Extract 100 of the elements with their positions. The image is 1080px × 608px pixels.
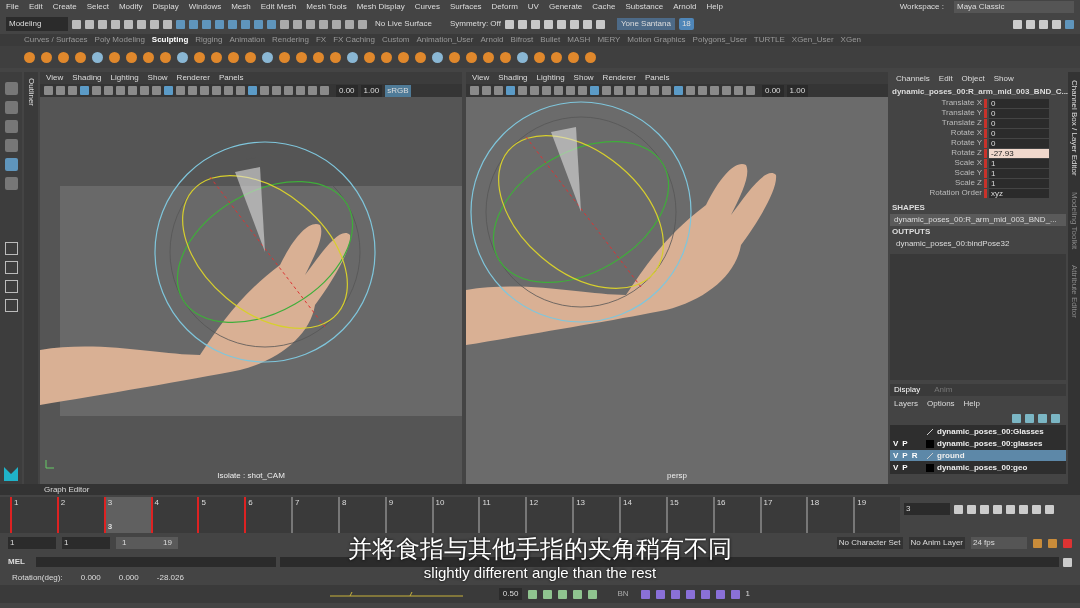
playback-start-field[interactable]: 1 [62, 537, 110, 549]
workspace-dropdown[interactable]: Maya Classic [954, 1, 1074, 13]
script-editor-icon[interactable] [1063, 557, 1072, 567]
fps-dropdown[interactable]: 24 fps [971, 537, 1027, 549]
gamma-field[interactable]: 1.00 [360, 84, 383, 97]
menu-item[interactable]: UV [527, 1, 539, 13]
tool-icon[interactable] [4, 139, 18, 152]
channel-value[interactable]: 0 [989, 128, 1049, 138]
tool-icon[interactable] [4, 158, 18, 171]
layer-flag[interactable]: P [902, 461, 908, 474]
menu-item[interactable]: Display [152, 1, 179, 13]
layer-flag[interactable]: V [893, 461, 899, 474]
channel-value[interactable]: 1 [989, 158, 1049, 168]
channel-value[interactable]: 0 [989, 98, 1049, 108]
layer-color-swatch[interactable] [926, 463, 934, 472]
shelf-tab[interactable]: Arnold [480, 34, 504, 46]
channel-value[interactable]: 0 [989, 118, 1049, 128]
side-tab[interactable]: Attribute Editor [1068, 264, 1080, 318]
user-account-button[interactable]: Yone Santana [616, 18, 675, 30]
color-space-button[interactable]: sRGB [385, 84, 411, 97]
layer-flag[interactable]: P [902, 437, 908, 450]
shelf-tab[interactable]: FX [315, 34, 327, 46]
viewport-canvas[interactable]: persp [466, 97, 888, 484]
character-set-dropdown[interactable]: No Character Set [836, 537, 903, 549]
tool-icon[interactable] [4, 120, 18, 133]
exposure-field[interactable]: 0.00 [336, 84, 358, 97]
exposure-field[interactable]: 0.00 [762, 84, 784, 97]
graph-editor-label[interactable]: Graph Editor [44, 483, 90, 496]
current-frame-field[interactable]: 3 [904, 503, 950, 515]
layer-flag[interactable]: P [902, 449, 908, 462]
viewport-menu[interactable]: View [472, 72, 490, 84]
command-language-label[interactable]: MEL [8, 556, 32, 568]
menu-item[interactable]: Windows [188, 1, 222, 13]
weight-field[interactable]: 0.50 [498, 588, 523, 600]
layout-icon[interactable] [4, 280, 18, 293]
command-input[interactable] [36, 557, 276, 567]
outliner-tab[interactable]: Outliner [25, 78, 37, 106]
layout-icon[interactable] [4, 299, 18, 312]
viewport-menu[interactable]: View [46, 72, 64, 84]
viewport-menu[interactable]: Shading [498, 72, 528, 84]
channel-value[interactable]: -27.93 [989, 148, 1049, 158]
layer-row[interactable]: V P dynamic_poses_00:glasses [890, 438, 1066, 449]
symmetry-dropdown[interactable]: Symmetry: Off [449, 18, 501, 30]
viewport-menu[interactable]: Show [147, 72, 168, 84]
shape-node[interactable]: dynamic_poses_00:R_arm_mid_003_BND_... [890, 214, 1066, 226]
menu-item[interactable]: Mesh Tools [306, 1, 347, 13]
channel-box-menu[interactable]: Edit [938, 73, 953, 85]
channel-value[interactable]: xyz [989, 188, 1049, 198]
shelf-tab[interactable]: Sculpting [151, 34, 189, 46]
channel-box-menu[interactable]: Object [961, 73, 985, 85]
layer-flag[interactable]: R [911, 449, 918, 462]
layer-row[interactable]: V P dynamic_poses_00:geo [890, 462, 1066, 473]
shelf-tab[interactable]: Poly Modeling [94, 34, 145, 46]
layer-color-swatch[interactable] [926, 439, 934, 448]
viewport-menu[interactable]: Panels [218, 72, 244, 84]
shelf-tab[interactable]: Motion Graphics [627, 34, 686, 46]
shelf-tab[interactable]: Custom [381, 34, 410, 46]
menu-item[interactable]: Cache [592, 1, 616, 13]
tool-icon[interactable] [4, 82, 18, 95]
tool-icon[interactable] [4, 177, 18, 190]
layer-flag[interactable]: V [893, 437, 899, 450]
anim-layer-dropdown[interactable]: No Anim Layer [908, 537, 965, 549]
template-slash-icon[interactable] [926, 427, 934, 436]
side-tab[interactable]: Modeling Toolkit [1068, 191, 1080, 249]
menu-item[interactable]: Modify [118, 1, 143, 13]
shelf-tab[interactable]: Animation [229, 34, 265, 46]
menu-item[interactable]: Arnold [673, 1, 697, 13]
viewport-menu[interactable]: Renderer [602, 72, 636, 84]
mode-dropdown[interactable]: Modeling [6, 17, 68, 31]
output-node[interactable]: dynamic_poses_00:bindPose32 [890, 238, 1066, 250]
layer-flag[interactable]: V [893, 449, 899, 462]
shelf-tab[interactable]: XGen_User [791, 34, 834, 46]
channel-value[interactable]: 0 [989, 138, 1049, 148]
layout-icon[interactable] [4, 242, 18, 255]
viewport-menu[interactable]: Renderer [176, 72, 210, 84]
viewport-canvas[interactable]: Isolate : shot_CAM [40, 97, 462, 484]
menu-item[interactable]: Curves [414, 1, 440, 13]
menu-item[interactable]: Select [86, 1, 109, 13]
tool-icon[interactable] [4, 101, 18, 114]
menu-item[interactable]: Edit [28, 1, 43, 13]
menu-item[interactable]: Substance [625, 1, 664, 13]
shelf-tab[interactable]: Bifrost [510, 34, 534, 46]
layer-menu[interactable]: Layers [894, 398, 918, 410]
layout-icon[interactable] [4, 261, 18, 274]
menu-item[interactable]: Surfaces [450, 1, 482, 13]
viewport-menu[interactable]: Show [573, 72, 594, 84]
shelf-tab[interactable]: Curves / Surfaces [24, 34, 88, 46]
start-frame-field[interactable]: 1 [8, 537, 56, 549]
channel-value[interactable]: 1 [989, 178, 1049, 188]
gamma-field[interactable]: 1.00 [786, 84, 809, 97]
menu-item[interactable]: Mesh [231, 1, 251, 13]
shelf-tab[interactable]: Rigging [195, 34, 223, 46]
viewport-menu[interactable]: Lighting [110, 72, 139, 84]
shelf-tab[interactable]: FX Caching [333, 34, 375, 46]
range-bar[interactable]: 1 19 [116, 537, 178, 549]
menu-item[interactable]: Help [706, 1, 723, 13]
shelf-tab[interactable]: TURTLE [753, 34, 785, 46]
menu-item[interactable]: Deform [491, 1, 518, 13]
viewport-menu[interactable]: Lighting [536, 72, 565, 84]
timeline[interactable]: 1 2 3 3 4 5 6 7 8 9 10 11 12 13 14 15 16 17 18 19 [0, 497, 900, 533]
